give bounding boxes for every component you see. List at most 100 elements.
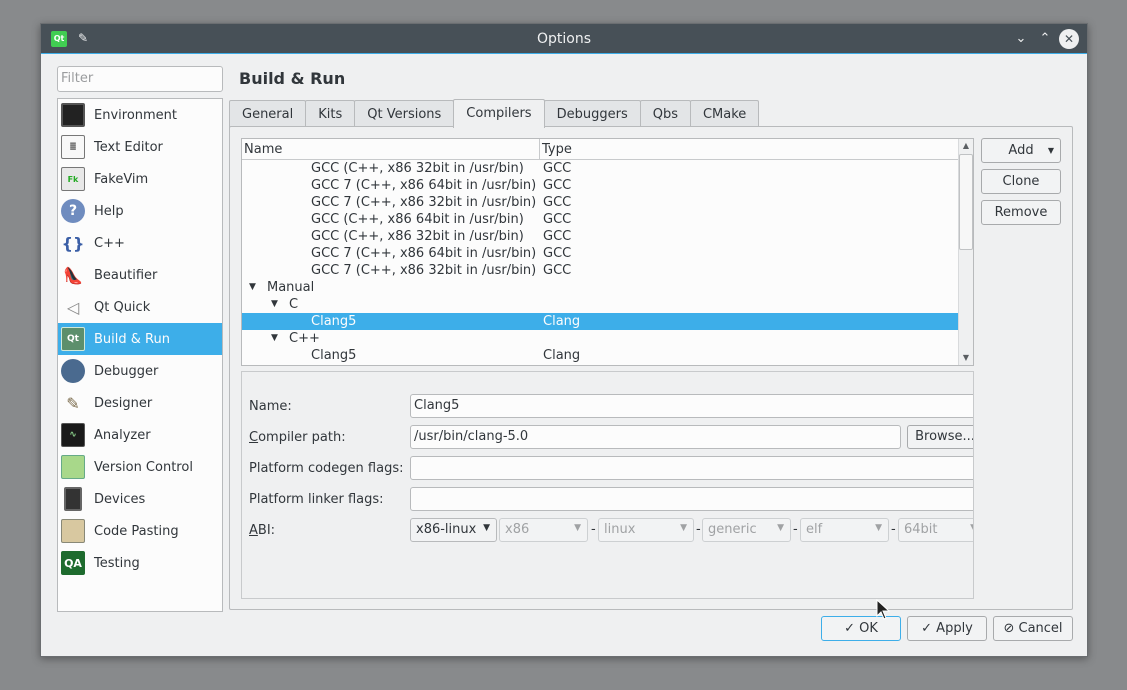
tree-scrollbar[interactable]: ▲ ▼ <box>958 139 973 365</box>
sidebar-item-label: C++ <box>94 235 125 251</box>
tree-row[interactable]: GCC (C++, x86 32bit in /usr/bin) GCC <box>242 160 959 177</box>
page-title: Build & Run <box>239 69 346 88</box>
column-header-type[interactable]: Type <box>542 142 572 157</box>
checkmark-icon: ✓ <box>921 621 933 636</box>
tree-row[interactable]: GCC 7 (C++, x86 32bit in /usr/bin) GCC <box>242 262 959 279</box>
sidebar-item-label: Devices <box>94 491 146 507</box>
codegen-flags-field[interactable] <box>410 456 973 480</box>
dropdown-arrow-icon: ▼ <box>1047 146 1054 155</box>
tab-compilers[interactable]: Compilers <box>453 99 545 128</box>
compiler-path-field[interactable]: /usr/bin/clang-5.0 <box>410 425 901 449</box>
sidebar-item-label: Help <box>94 203 124 219</box>
tree-row[interactable]: GCC (C++, x86 64bit in /usr/bin) GCC <box>242 211 959 228</box>
sidebar-item-label: Version Control <box>94 459 193 475</box>
sidebar-item-label: Beautifier <box>94 267 158 283</box>
apply-button[interactable]: ✓ Apply <box>907 616 987 641</box>
minimize-icon[interactable]: ⌄ <box>1011 29 1031 49</box>
name-field[interactable]: Clang5 <box>410 394 973 418</box>
sidebar-item-version-control[interactable]: Version Control <box>58 451 222 483</box>
scroll-down-icon[interactable]: ▼ <box>959 351 973 365</box>
tree-header: Name Type <box>242 139 959 160</box>
abi-label: ABI: <box>249 523 276 538</box>
abi-width-select: 64bit▼ <box>898 518 973 542</box>
abi-os-select: linux ▼ <box>598 518 694 542</box>
tree-row[interactable]: GCC 7 (C++, x86 64bit in /usr/bin) GCC <box>242 245 959 262</box>
sidebar-item-fakevim[interactable]: Fk FakeVim <box>58 163 222 195</box>
text-editor-icon: ≣ <box>61 135 85 159</box>
expand-arrow-icon[interactable]: ▼ <box>249 279 256 296</box>
tree-row-group[interactable]: ▼ Manual <box>242 279 959 296</box>
fakevim-icon: Fk <box>61 167 85 191</box>
clone-button[interactable]: Clone <box>981 169 1061 194</box>
tree-row-group[interactable]: ▼ C++ <box>242 330 959 347</box>
dropdown-arrow-icon: ▼ <box>483 523 490 533</box>
dropdown-arrow-icon: ▼ <box>875 523 882 533</box>
dropdown-arrow-icon: ▼ <box>777 523 784 533</box>
tab-bar: General Kits Qt Versions Compilers Debug… <box>229 99 760 128</box>
browse-button[interactable]: Browse... <box>907 425 973 449</box>
sidebar-item-designer[interactable]: ✎ Designer <box>58 387 222 419</box>
tree-row[interactable]: GCC 7 (C++, x86 64bit in /usr/bin) GCC <box>242 177 959 194</box>
abi-architecture-select: x86 ▼ <box>499 518 588 542</box>
sidebar-item-analyzer[interactable]: ∿ Analyzer <box>58 419 222 451</box>
compiler-path-label: Compiler path: <box>249 430 346 445</box>
scrollbar-thumb[interactable] <box>959 154 973 250</box>
sidebar-item-build-run[interactable]: Qt Build & Run <box>58 323 222 355</box>
sidebar-item-label: FakeVim <box>94 171 149 187</box>
sidebar-item-label: Testing <box>94 555 140 571</box>
expand-arrow-icon[interactable]: ▼ <box>271 296 278 313</box>
tab-qt-versions[interactable]: Qt Versions <box>354 100 455 128</box>
abi-select[interactable]: x86-linux ▼ <box>410 518 497 542</box>
tab-qbs[interactable]: Qbs <box>639 100 691 128</box>
scroll-up-icon[interactable]: ▲ <box>959 139 973 153</box>
sidebar-item-beautifier[interactable]: 👠 Beautifier <box>58 259 222 291</box>
cancel-button[interactable]: ⊘ Cancel <box>993 616 1073 641</box>
close-icon[interactable]: ✕ <box>1059 29 1079 49</box>
tree-row[interactable]: Clang5 Clang <box>242 347 959 364</box>
sidebar-item-qt-quick[interactable]: ◁ Qt Quick <box>58 291 222 323</box>
dropdown-arrow-icon: ▼ <box>680 523 687 533</box>
sidebar-item-devices[interactable]: Devices <box>58 483 222 515</box>
dropdown-arrow-icon: ▼ <box>970 523 973 533</box>
expand-arrow-icon[interactable]: ▼ <box>271 330 278 347</box>
window-title: Options <box>536 31 592 47</box>
tab-kits[interactable]: Kits <box>305 100 356 128</box>
sidebar-item-label: Debugger <box>94 363 159 379</box>
sidebar-item-testing[interactable]: QA Testing <box>58 547 222 579</box>
sidebar-item-text-editor[interactable]: ≣ Text Editor <box>58 131 222 163</box>
sidebar-item-label: Code Pasting <box>94 523 179 539</box>
sidebar-item-environment[interactable]: Environment <box>58 99 222 131</box>
tab-debuggers[interactable]: Debuggers <box>543 100 641 128</box>
device-icon <box>64 487 82 511</box>
tree-row-group[interactable]: ▼ C <box>242 296 959 313</box>
tab-general[interactable]: General <box>229 100 307 128</box>
linker-flags-field[interactable] <box>410 487 973 511</box>
tree-row[interactable]: GCC (C++, x86 32bit in /usr/bin) GCC <box>242 228 959 245</box>
help-icon: ? <box>61 199 85 223</box>
sidebar-item-label: Qt Quick <box>94 299 151 315</box>
compiler-details: Name: Clang5 Compiler path: /usr/bin/cla… <box>241 371 974 599</box>
abi-flavor-select: generic ▼ <box>702 518 791 542</box>
mouse-cursor-icon <box>876 599 891 620</box>
qt-build-icon: Qt <box>61 327 85 351</box>
sidebar-item-code-pasting[interactable]: Code Pasting <box>58 515 222 547</box>
codegen-flags-label: Platform codegen flags: <box>249 461 404 476</box>
filter-input[interactable]: Filter <box>57 66 223 92</box>
column-header-name[interactable]: Name <box>244 142 282 157</box>
sidebar-item-help[interactable]: ? Help <box>58 195 222 227</box>
column-divider[interactable] <box>539 139 540 160</box>
sidebar-item-label: Analyzer <box>94 427 151 443</box>
tree-row-selected[interactable]: Clang5 Clang <box>242 313 959 330</box>
sidebar-item-cpp[interactable]: {} C++ <box>58 227 222 259</box>
pen-icon: ✎ <box>66 393 80 413</box>
remove-button[interactable]: Remove <box>981 200 1061 225</box>
maximize-icon[interactable]: ⌃ <box>1035 29 1055 49</box>
add-button[interactable]: Add ▼ <box>981 138 1061 163</box>
tab-cmake[interactable]: CMake <box>689 100 760 128</box>
tree-row[interactable]: GCC 7 (C++, x86 32bit in /usr/bin) GCC <box>242 194 959 211</box>
sidebar-item-debugger[interactable]: Debugger <box>58 355 222 387</box>
cancel-icon: ⊘ <box>1003 621 1015 636</box>
title-bar: Qt ✎ Options ⌄ ⌃ ✕ <box>41 24 1087 54</box>
compilers-tree[interactable]: Name Type GCC (C++, x86 32bit in /usr/bi… <box>241 138 974 366</box>
qa-icon: QA <box>61 551 85 575</box>
